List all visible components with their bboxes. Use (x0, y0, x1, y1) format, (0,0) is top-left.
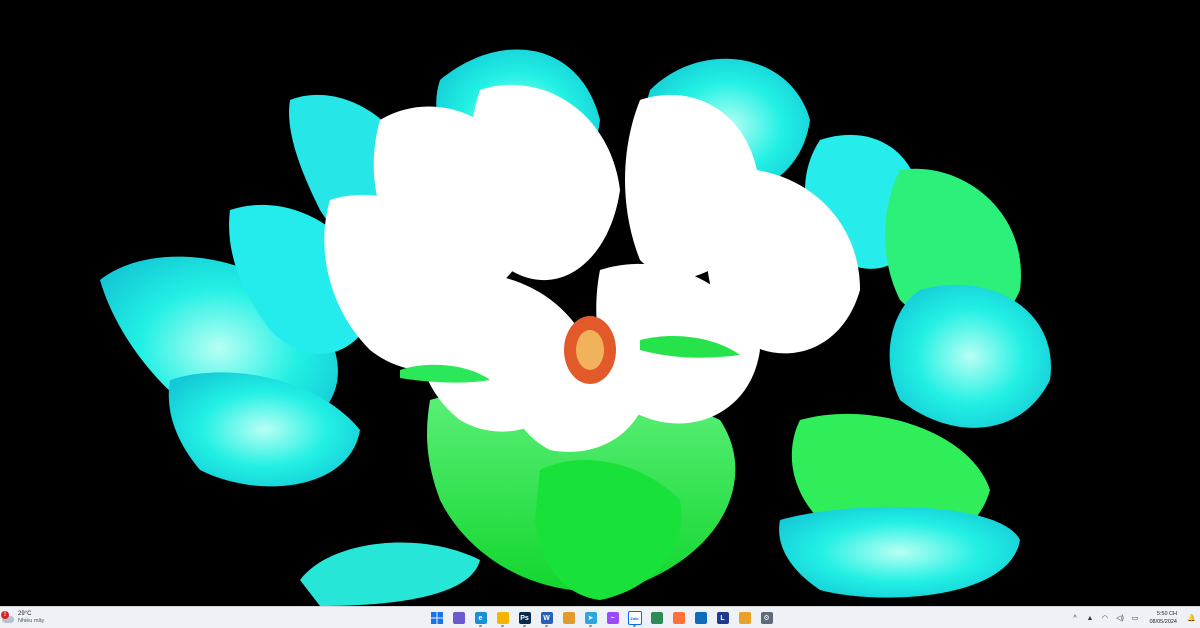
taskbar-telegram-icon[interactable]: ➤ (582, 609, 599, 627)
settings-glyph: ⚙ (760, 612, 773, 624)
taskbar-copilot-icon[interactable] (450, 609, 467, 627)
taskbar-app-orange-icon[interactable] (560, 609, 577, 627)
clock-time: 5:50 CH (1156, 611, 1177, 617)
running-indicator (589, 625, 592, 627)
weather-description: Nhiều mây (18, 618, 45, 624)
cloud-icon: ! (1, 611, 14, 624)
speaker-icon[interactable]: ◁) (1115, 614, 1124, 622)
google-drive-icon[interactable]: ▲ (1085, 615, 1094, 622)
zalo-glyph: Zalo (627, 611, 642, 625)
desktop-wallpaper (0, 0, 1200, 606)
app-green-glyph (650, 612, 663, 624)
taskbar-windows-start-icon[interactable] (428, 609, 445, 627)
taskbar-edge-icon[interactable]: e (472, 609, 489, 627)
notification-bell-icon[interactable]: 🔔 (1187, 614, 1196, 622)
clock[interactable]: 5:50 CH 08/05/2024 (1149, 610, 1177, 626)
copilot-glyph (452, 612, 465, 624)
word-glyph: W (540, 612, 553, 624)
photoshop-glyph: Ps (518, 612, 531, 624)
battery-icon[interactable]: ▭ (1130, 614, 1139, 622)
taskbar-file-explorer-icon[interactable] (494, 609, 511, 627)
taskbar-app-green-icon[interactable] (648, 609, 665, 627)
taskbar-outlook-icon[interactable] (692, 609, 709, 627)
running-indicator (545, 625, 548, 627)
file-explorer-glyph (496, 612, 509, 624)
outlook-glyph (694, 612, 707, 624)
chevron-up-icon[interactable]: ^ (1070, 615, 1079, 622)
running-indicator (501, 625, 504, 627)
taskbar-word-icon[interactable]: W (538, 609, 555, 627)
telegram-glyph: ➤ (584, 612, 597, 624)
taskbar: ! 29°C Nhiều mây e Ps W ➤ ~ Zalo L ⚙ ^ ▲ ◠ ◁) ▭… (0, 606, 1200, 628)
taskbar-app-l-icon[interactable]: L (714, 609, 731, 627)
taskbar-zalo-icon[interactable]: Zalo (626, 609, 643, 627)
app-l-glyph: L (716, 612, 729, 624)
taskbar-settings-icon[interactable]: ⚙ (758, 609, 775, 627)
flower-wallpaper-image (100, 49, 1051, 606)
photos-glyph (738, 612, 751, 624)
clock-date: 08/05/2024 (1149, 619, 1177, 625)
running-indicator (479, 625, 482, 627)
running-indicator (633, 625, 636, 627)
messenger-glyph: ~ (606, 612, 619, 624)
weather-widget[interactable]: ! 29°C Nhiều mây (1, 608, 45, 628)
app-orange-glyph (562, 612, 575, 624)
weather-temperature: 29°C (18, 611, 32, 617)
taskbar-firefox-icon[interactable] (670, 609, 687, 627)
system-tray: ^ ▲ ◠ ◁) ▭ 5:50 CH 08/05/2024 🔔 (1070, 608, 1196, 628)
windows-start-glyph (430, 612, 443, 624)
edge-glyph: e (474, 612, 487, 624)
taskbar-apps: e Ps W ➤ ~ Zalo L ⚙ (428, 609, 775, 627)
wifi-icon[interactable]: ◠ (1100, 614, 1109, 622)
running-indicator (523, 625, 526, 627)
taskbar-messenger-icon[interactable]: ~ (604, 609, 621, 627)
firefox-glyph (672, 612, 685, 624)
taskbar-photos-icon[interactable] (736, 609, 753, 627)
taskbar-photoshop-icon[interactable]: Ps (516, 609, 533, 627)
weather-alert-badge: ! (1, 611, 9, 619)
